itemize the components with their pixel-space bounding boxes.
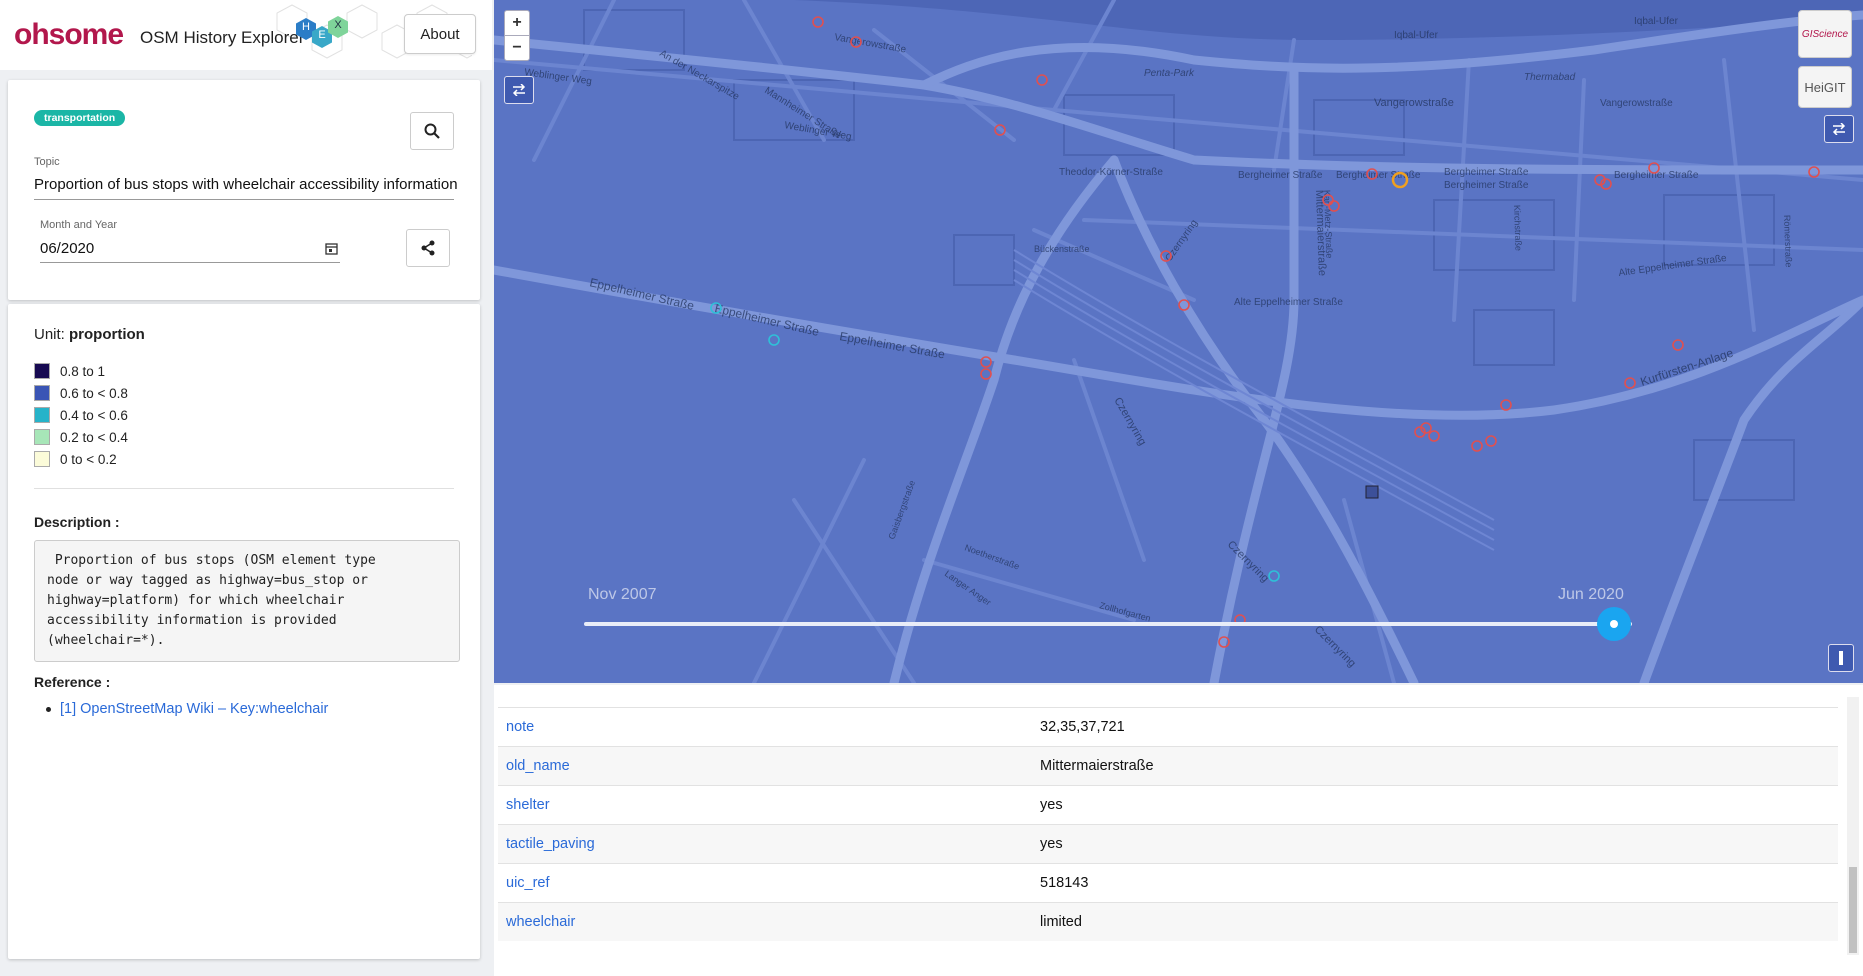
street-label: Bergheimer Straße xyxy=(1238,170,1323,181)
attr-value: limited xyxy=(1040,914,1082,930)
street-label: Iqbal-Ufer xyxy=(1394,30,1439,41)
legend-label: 0.2 to < 0.4 xyxy=(60,429,128,445)
legend-label: 0 to < 0.2 xyxy=(60,451,117,467)
attr-key: tactile_paving xyxy=(506,836,595,852)
attr-value: Mittermaierstraße xyxy=(1040,758,1154,774)
swipe-toggle-left-button[interactable] xyxy=(504,76,534,104)
map-view[interactable]: Vangerowstraße Iqbal-Ufer Iqbal-Ufer Pen… xyxy=(494,0,1863,683)
zoom-out-button[interactable]: − xyxy=(504,35,530,61)
reference-link[interactable]: [1] OpenStreetMap Wiki – Key:wheelchair xyxy=(45,701,328,717)
zoom-in-button[interactable]: + xyxy=(504,10,530,36)
street-label: Kirchstraße xyxy=(1512,205,1524,251)
giscience-logo[interactable]: GIScience xyxy=(1798,10,1852,58)
legend: 0.8 to 1 0.6 to < 0.8 0.4 to < 0.6 0.2 t… xyxy=(34,360,128,470)
street-label: Bückenstraße xyxy=(1034,244,1090,254)
legend-item: 0.6 to < 0.8 xyxy=(34,382,128,404)
table-row: tactile_paving yes xyxy=(498,824,1838,863)
date-label: Month and Year xyxy=(40,219,118,231)
unit-prefix: Unit: xyxy=(34,326,65,343)
slider-end-label: Jun 2020 xyxy=(1558,586,1624,603)
attr-key: wheelchair xyxy=(506,914,576,930)
street-label: Iqbal-Ufer xyxy=(1634,16,1679,27)
table-row: wheelchair limited xyxy=(498,902,1838,941)
attr-key: note xyxy=(506,719,535,735)
date-underline xyxy=(40,262,340,263)
attribute-table: note 32,35,37,721 old_name Mittermaierst… xyxy=(494,685,1863,976)
hex-logo-x: X xyxy=(328,16,348,38)
street-label: Bergheimer Straße xyxy=(1444,167,1529,178)
street-label: Thermabad xyxy=(1524,72,1576,83)
legend-swatch xyxy=(34,385,50,401)
search-button[interactable] xyxy=(410,112,454,150)
share-icon xyxy=(421,240,435,256)
slider-handle-dot xyxy=(1610,620,1618,628)
table-row: shelter yes xyxy=(498,785,1838,824)
topic-label: Topic xyxy=(34,156,60,168)
reference-title: Reference : xyxy=(34,674,111,690)
attr-key: uic_ref xyxy=(506,875,550,891)
street-label: Penta-Park xyxy=(1144,68,1195,79)
info-bar-icon xyxy=(1839,651,1843,665)
brand-logo[interactable]: ohsome xyxy=(14,18,124,52)
share-button[interactable] xyxy=(406,229,450,267)
heigit-logo-text: HeiGIT xyxy=(1804,79,1846,95)
street-label: Römerstraße xyxy=(1782,215,1794,268)
topic-underline xyxy=(34,199,454,200)
unit-value: proportion xyxy=(69,326,145,343)
category-tag[interactable]: transportation xyxy=(34,110,126,126)
giscience-logo-text: GIScience xyxy=(1801,28,1849,40)
calendar-icon[interactable] xyxy=(325,242,338,255)
attr-key: old_name xyxy=(506,758,570,774)
attr-value: 518143 xyxy=(1040,875,1089,891)
attr-value: 32,35,37,721 xyxy=(1040,719,1125,735)
table-row: uic_ref 518143 xyxy=(498,863,1838,902)
filter-panel: transportation Topic Proportion of bus s… xyxy=(8,80,480,300)
legend-item: 0 to < 0.2 xyxy=(34,448,128,470)
description-box: Proportion of bus stops (OSM element typ… xyxy=(34,540,460,662)
street-label: Alte Eppelheimer Straße xyxy=(1234,297,1343,308)
scrollbar-thumb[interactable] xyxy=(1849,867,1857,953)
slider-start-label: Nov 2007 xyxy=(588,586,657,603)
legend-item: 0.8 to 1 xyxy=(34,360,128,382)
street-label: Theodor-Körner-Straße xyxy=(1059,167,1163,178)
legend-label: 0.6 to < 0.8 xyxy=(60,385,128,401)
legend-item: 0.2 to < 0.4 xyxy=(34,426,128,448)
map-basemap[interactable]: Vangerowstraße Iqbal-Ufer Iqbal-Ufer Pen… xyxy=(494,0,1863,683)
swap-arrows-icon xyxy=(1832,123,1846,135)
street-label: Vangerowstraße xyxy=(1374,97,1454,109)
info-toggle-button[interactable] xyxy=(1828,644,1854,672)
table-row: old_name Mittermaierstraße xyxy=(498,746,1838,785)
search-icon xyxy=(424,123,440,139)
description-title: Description : xyxy=(34,514,120,530)
app-subtitle: OSM History Explorer xyxy=(140,28,305,47)
unit-line: Unit: proportion xyxy=(34,326,145,343)
topic-select[interactable]: Proportion of bus stops with wheelchair … xyxy=(34,176,480,193)
table-row: note 32,35,37,721 xyxy=(498,707,1838,746)
swap-arrows-icon xyxy=(512,84,526,96)
legend-swatch xyxy=(34,407,50,423)
info-panel: Unit: proportion 0.8 to 1 0.6 to < 0.8 0… xyxy=(8,304,480,959)
swipe-toggle-right-button[interactable] xyxy=(1824,115,1854,143)
legend-swatch xyxy=(34,363,50,379)
month-year-input[interactable]: 06/2020 xyxy=(40,240,94,257)
legend-label: 0.8 to 1 xyxy=(60,363,106,379)
legend-label: 0.4 to < 0.6 xyxy=(60,407,128,423)
metro-icon xyxy=(1365,485,1379,499)
street-label: Vangerowstraße xyxy=(1600,98,1673,109)
attr-key: shelter xyxy=(506,797,550,813)
legend-item: 0.4 to < 0.6 xyxy=(34,404,128,426)
heigit-logo[interactable]: HeiGIT xyxy=(1798,66,1852,108)
legend-swatch xyxy=(34,429,50,445)
divider xyxy=(34,488,454,489)
table-scrollbar[interactable] xyxy=(1847,697,1859,955)
attr-value: yes xyxy=(1040,797,1063,813)
legend-swatch xyxy=(34,451,50,467)
street-label: Bergheimer Straße xyxy=(1444,180,1529,191)
attr-value: yes xyxy=(1040,836,1063,852)
about-button[interactable]: About xyxy=(404,14,476,54)
app-header: ohsome OSM History Explorer H E X About xyxy=(0,0,492,70)
